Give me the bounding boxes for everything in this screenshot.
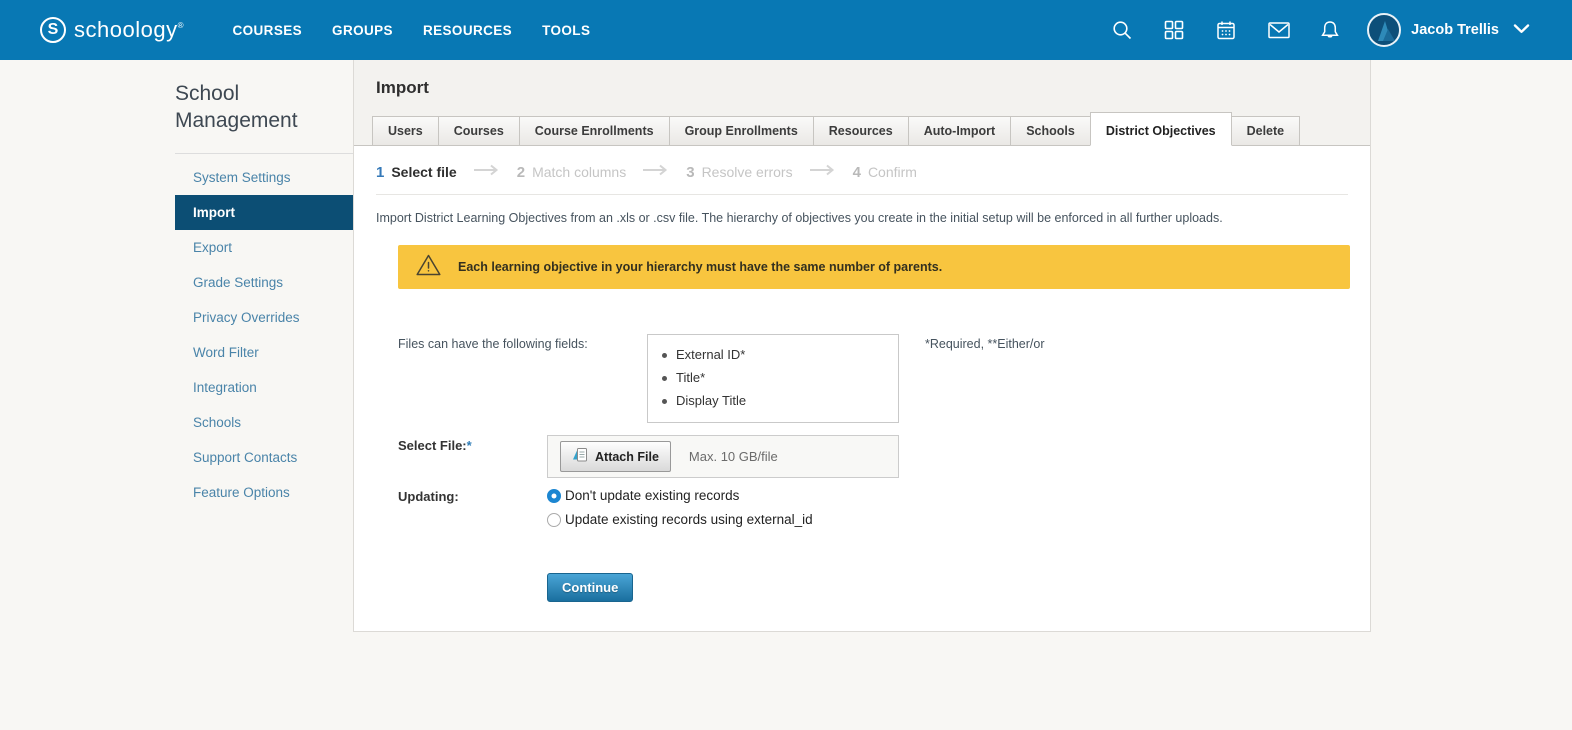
sidebar-item-schools[interactable]: Schools (175, 405, 353, 440)
warning-triangle-icon (415, 253, 442, 282)
steps-divider (376, 194, 1348, 195)
step-number: 2 (517, 164, 525, 181)
import-description: Import District Learning Objectives from… (376, 211, 1348, 225)
sidebar-item-import[interactable]: Import (175, 195, 353, 230)
apps-grid-icon[interactable] (1163, 19, 1185, 41)
field-item-title: Title* (660, 366, 888, 389)
fields-list: External ID* Title* Display Title (660, 343, 888, 412)
sidebar-menu: System Settings Import Export Grade Sett… (175, 154, 353, 510)
search-icon[interactable] (1111, 19, 1133, 41)
step-arrow-icon (809, 163, 837, 181)
tab-content: Import District Learning Objectives from… (354, 211, 1370, 602)
field-item-display-title: Display Title (660, 389, 888, 412)
updating-label: Updating: (398, 486, 547, 504)
max-file-size-note: Max. 10 GB/file (689, 449, 778, 464)
step-label: Match columns (532, 164, 626, 180)
step-match-columns: 2 Match columns (517, 164, 627, 181)
warning-text: Each learning objective in your hierarch… (458, 260, 942, 274)
field-item-external-id: External ID* (660, 343, 888, 366)
updating-row: Updating: Don't update existing records … (398, 486, 1348, 536)
attach-file-icon (572, 447, 588, 466)
sidebar-item-system-settings[interactable]: System Settings (175, 160, 353, 195)
select-file-row: Select File:* Attach File M (398, 435, 1348, 478)
nav-item-courses[interactable]: COURSES (217, 13, 317, 48)
fields-list-box: External ID* Title* Display Title (647, 334, 899, 423)
step-number: 3 (686, 164, 694, 181)
tab-course-enrollments[interactable]: Course Enrollments (519, 116, 670, 146)
attach-file-box: Attach File Max. 10 GB/file (547, 435, 899, 478)
nav-item-groups[interactable]: GROUPS (317, 13, 408, 48)
sidebar-item-grade-settings[interactable]: Grade Settings (175, 265, 353, 300)
warning-banner: Each learning objective in your hierarch… (398, 245, 1350, 289)
step-number: 1 (376, 164, 384, 181)
top-navbar: S schoology® COURSES GROUPS RESOURCES TO… (0, 0, 1572, 60)
sidebar-item-support-contacts[interactable]: Support Contacts (175, 440, 353, 475)
primary-nav: COURSES GROUPS RESOURCES TOOLS (217, 13, 605, 48)
tab-district-objectives[interactable]: District Objectives (1090, 112, 1232, 146)
schoology-logo[interactable]: S schoology® (40, 17, 183, 43)
nav-item-tools[interactable]: TOOLS (527, 13, 605, 48)
updating-options: Don't update existing records Update exi… (547, 486, 813, 536)
step-arrow-icon (473, 163, 501, 181)
tab-delete[interactable]: Delete (1231, 116, 1301, 146)
sidebar-item-export[interactable]: Export (175, 230, 353, 265)
navbar-right: Jacob Trellis (1081, 13, 1530, 47)
fields-row: Files can have the following fields: Ext… (398, 334, 1348, 423)
tab-courses[interactable]: Courses (438, 116, 520, 146)
tab-resources[interactable]: Resources (813, 116, 909, 146)
step-label: Confirm (868, 164, 917, 180)
step-number: 4 (853, 164, 861, 181)
step-confirm: 4 Confirm (853, 164, 917, 181)
panel-header: Import Users Courses Course Enrollments … (354, 60, 1370, 146)
tab-group-enrollments[interactable]: Group Enrollments (669, 116, 814, 146)
select-file-label: Select File:* (398, 435, 547, 453)
import-tabs: Users Courses Course Enrollments Group E… (354, 112, 1370, 146)
radio-dont-update[interactable]: Don't update existing records (547, 488, 813, 503)
sidebar-item-privacy-overrides[interactable]: Privacy Overrides (175, 300, 353, 335)
step-arrow-icon (642, 163, 670, 181)
user-avatar[interactable] (1367, 13, 1401, 47)
radio-label: Update existing records using external_i… (565, 512, 813, 527)
sidebar-item-feature-options[interactable]: Feature Options (175, 475, 353, 510)
user-name[interactable]: Jacob Trellis (1411, 22, 1499, 38)
calendar-icon[interactable] (1215, 19, 1237, 41)
schoology-s-icon: S (40, 17, 66, 43)
chevron-down-icon[interactable] (1513, 21, 1530, 39)
continue-button[interactable]: Continue (547, 573, 633, 602)
step-select-file: 1 Select file (376, 164, 457, 181)
page-title: Import (354, 78, 1370, 112)
nav-item-resources[interactable]: RESOURCES (408, 13, 527, 48)
step-label: Resolve errors (702, 164, 793, 180)
sidebar-item-integration[interactable]: Integration (175, 370, 353, 405)
registered-mark: ® (178, 21, 184, 30)
tab-users[interactable]: Users (372, 116, 439, 146)
radio-button-unselected[interactable] (547, 513, 561, 527)
sidebar-item-word-filter[interactable]: Word Filter (175, 335, 353, 370)
radio-label: Don't update existing records (565, 488, 739, 503)
notifications-icon[interactable] (1319, 19, 1341, 41)
radio-button-selected[interactable] (547, 489, 561, 503)
main-panel: Import Users Courses Course Enrollments … (353, 60, 1371, 632)
radio-update-external-id[interactable]: Update existing records using external_i… (547, 512, 813, 527)
tab-schools[interactable]: Schools (1010, 116, 1091, 146)
import-steps: 1 Select file 2 Match columns 3 Resolve … (354, 146, 1370, 194)
messages-icon[interactable] (1267, 19, 1289, 41)
select-file-label-text: Select File: (398, 438, 467, 453)
step-resolve-errors: 3 Resolve errors (686, 164, 792, 181)
sidebar-title: School Management (175, 60, 353, 153)
step-label: Select file (391, 164, 456, 180)
sidebar: School Management System Settings Import… (175, 60, 353, 510)
attach-file-button-label: Attach File (595, 450, 659, 464)
required-note: *Required, **Either/or (925, 334, 1045, 351)
tab-auto-import[interactable]: Auto-Import (908, 116, 1012, 146)
attach-file-button[interactable]: Attach File (560, 441, 671, 472)
brand-wordmark: schoology (74, 17, 178, 42)
required-asterisk: * (467, 438, 472, 453)
fields-label: Files can have the following fields: (398, 334, 647, 351)
